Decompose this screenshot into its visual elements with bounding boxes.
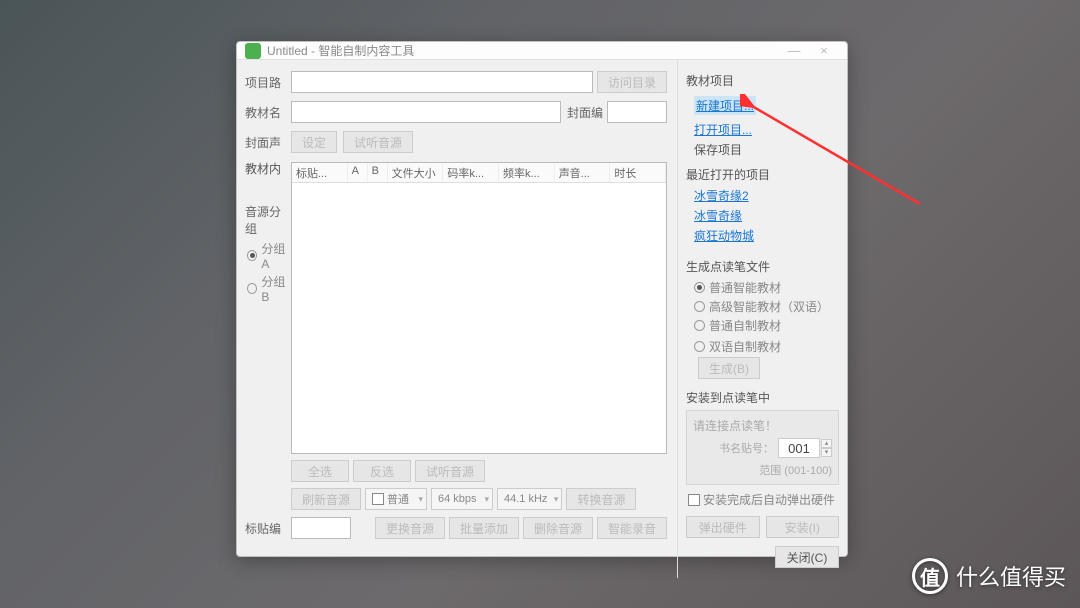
- preview-sound-button[interactable]: 试听音源: [343, 131, 413, 153]
- table-header: 标贴... A B 文件大小 码率k... 频率k... 声音... 时长: [292, 163, 666, 183]
- window-title: Untitled - 智能自制内容工具: [267, 42, 414, 59]
- app-window: Untitled - 智能自制内容工具 — × 项目路 访问目录 教材名 封面编…: [236, 41, 848, 557]
- cover-sound-label: 封面声: [245, 134, 291, 151]
- app-icon: [245, 43, 261, 59]
- new-project-link[interactable]: 新建项目...: [694, 96, 756, 115]
- delete-button[interactable]: 删除音源: [523, 517, 593, 539]
- recent-header: 最近打开的项目: [686, 166, 839, 183]
- batch-add-button[interactable]: 批量添加: [449, 517, 519, 539]
- sticker-input[interactable]: [291, 517, 351, 539]
- preview-button-2[interactable]: 试听音源: [415, 460, 485, 482]
- connect-hint: 请连接点读笔！: [693, 417, 832, 434]
- watermark-icon: 值: [912, 558, 948, 594]
- name-label: 教材名: [245, 104, 291, 121]
- bitrate-select[interactable]: 64 kbps: [431, 488, 493, 510]
- install-header: 安装到点读笔中: [686, 389, 839, 406]
- freq-select[interactable]: 44.1 kHz: [497, 488, 562, 510]
- watermark-text: 什么值得买: [956, 560, 1066, 592]
- recent-link-2[interactable]: 疯狂动物城: [694, 227, 839, 244]
- generate-header: 生成点读笔文件: [686, 258, 839, 275]
- convert-button[interactable]: 转换音源: [566, 488, 636, 510]
- name-input[interactable]: [291, 101, 561, 123]
- save-project-text: 保存项目: [694, 141, 839, 158]
- eject-button[interactable]: 弹出硬件: [686, 516, 760, 538]
- path-label: 项目路: [245, 74, 291, 91]
- close-button[interactable]: ×: [809, 43, 839, 58]
- gen-opt-2[interactable]: 高级智能教材（双语）: [694, 298, 839, 315]
- project-header: 教材项目: [686, 72, 839, 89]
- titlebar[interactable]: Untitled - 智能自制内容工具 — ×: [237, 42, 847, 60]
- generate-button[interactable]: 生成(B): [698, 357, 760, 379]
- quality-checkbox[interactable]: [372, 493, 384, 505]
- right-panel: 教材项目 新建项目... 打开项目... 保存项目 最近打开的项目 冰雪奇缘2 …: [677, 60, 847, 578]
- cover-num-label: 封面编: [561, 104, 607, 121]
- refresh-button[interactable]: 刷新音源: [291, 488, 361, 510]
- close-app-button[interactable]: 关闭(C): [775, 546, 839, 568]
- install-button[interactable]: 安装(I): [766, 516, 840, 538]
- quality-select[interactable]: 普通: [365, 488, 427, 510]
- auto-eject-checkbox[interactable]: 安装完成后自动弹出硬件: [688, 491, 839, 508]
- set-button[interactable]: 设定: [291, 131, 337, 153]
- group-a-radio[interactable]: 分组A: [247, 240, 291, 271]
- watermark: 值 什么值得买: [912, 558, 1066, 594]
- select-all-button[interactable]: 全选: [291, 460, 349, 482]
- recent-link-1[interactable]: 冰雪奇缘: [694, 207, 839, 224]
- content-table[interactable]: 标贴... A B 文件大小 码率k... 频率k... 声音... 时长: [291, 162, 667, 454]
- install-box: 请连接点读笔！ 书名贴号： 001 ▴▾ 范围 (001-100): [686, 410, 839, 485]
- gen-opt-3[interactable]: 普通自制教材: [694, 317, 839, 334]
- smart-record-button[interactable]: 智能录音: [597, 517, 667, 539]
- sticker-label: 标贴编: [245, 520, 291, 537]
- book-id-input[interactable]: 001: [778, 438, 820, 458]
- left-panel: 项目路 访问目录 教材名 封面编 封面声 设定 试听音源 教材内 音源分组: [237, 60, 677, 578]
- browse-button[interactable]: 访问目录: [597, 71, 667, 93]
- gen-opt-1[interactable]: 普通智能教材: [694, 279, 839, 296]
- range-label: 范围 (001-100): [759, 462, 832, 478]
- book-id-label: 书名贴号：: [719, 440, 774, 456]
- gen-opt-4[interactable]: 双语自制教材: [694, 338, 781, 355]
- open-project-link[interactable]: 打开项目...: [694, 121, 839, 138]
- minimize-button[interactable]: —: [779, 43, 809, 58]
- group-b-radio[interactable]: 分组B: [247, 273, 291, 304]
- cover-num-input[interactable]: [607, 101, 667, 123]
- path-input[interactable]: [291, 71, 593, 93]
- replace-button[interactable]: 更换音源: [375, 517, 445, 539]
- group-label: 音源分组: [245, 203, 291, 237]
- invert-select-button[interactable]: 反选: [353, 460, 411, 482]
- recent-link-0[interactable]: 冰雪奇缘2: [694, 187, 839, 204]
- book-id-spinner[interactable]: ▴▾: [821, 439, 832, 457]
- content-label: 教材内: [245, 160, 291, 177]
